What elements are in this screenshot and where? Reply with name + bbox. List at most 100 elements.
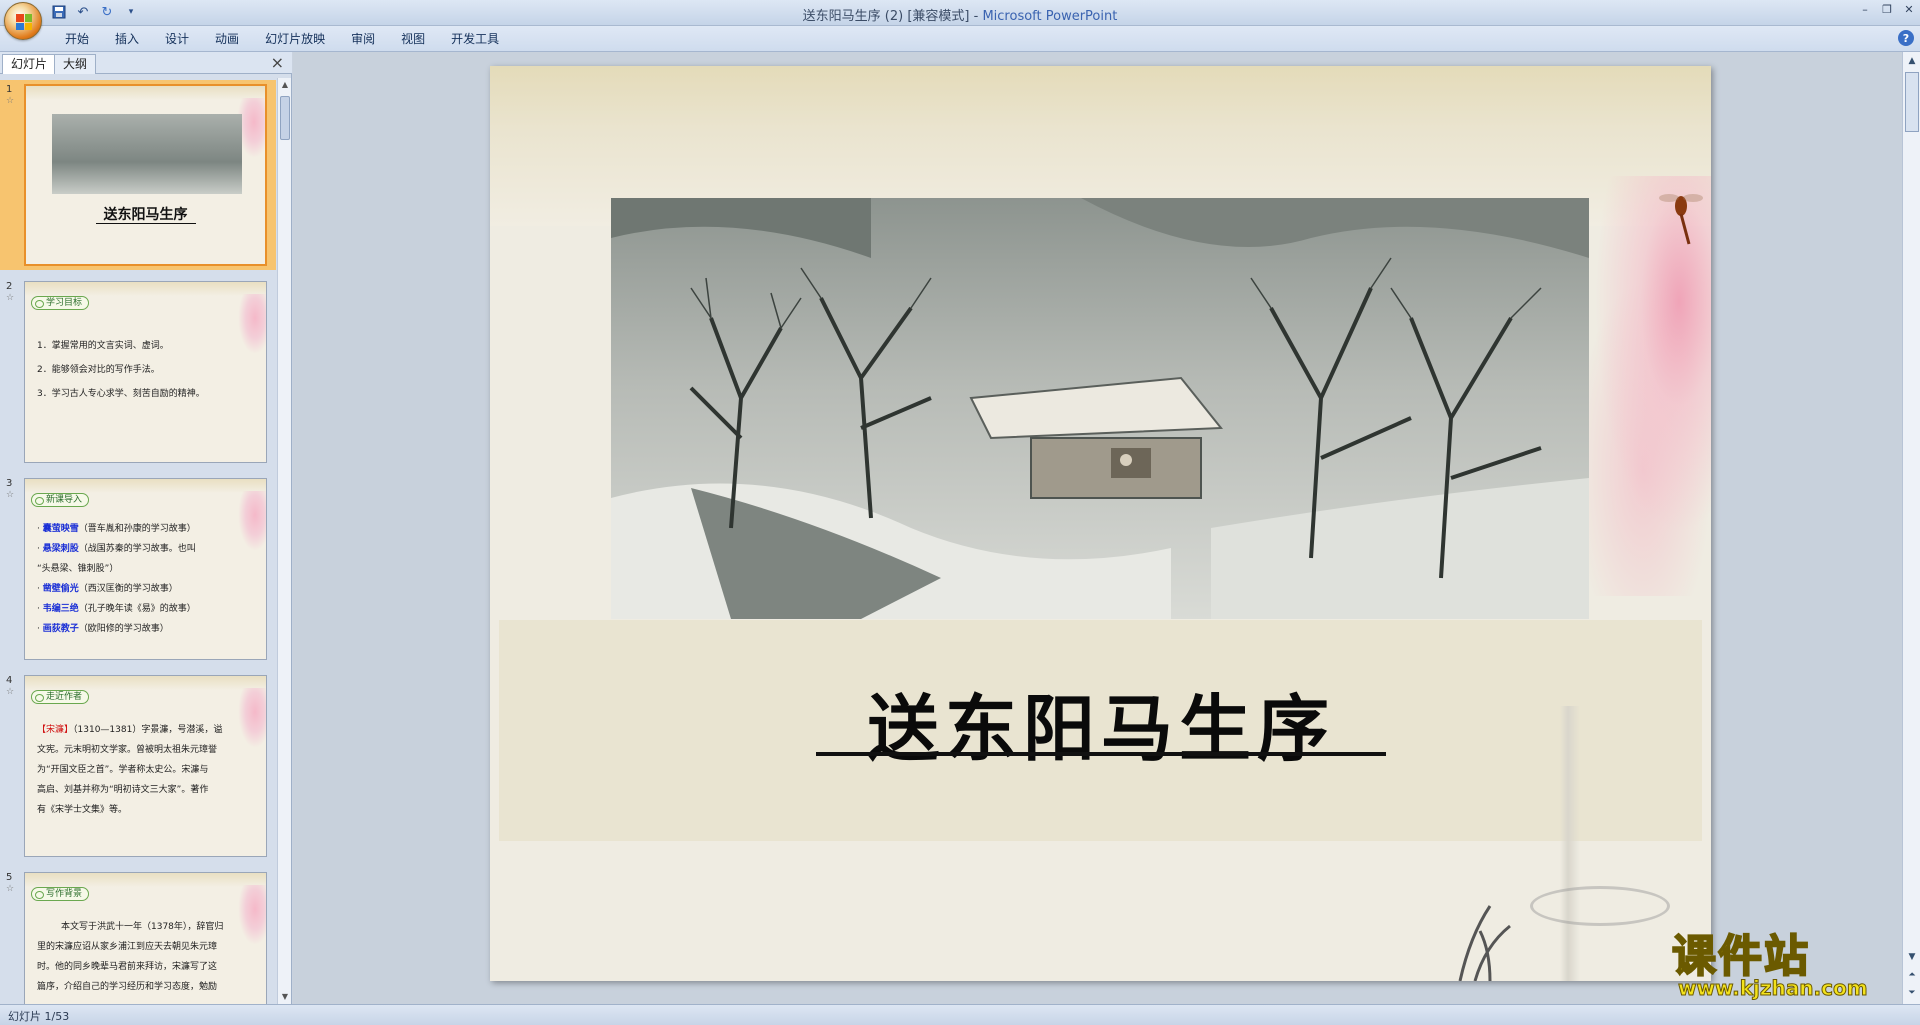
reed-decoration	[1560, 706, 1580, 981]
flower-decoration	[238, 688, 266, 748]
animation-star-icon: ☆	[6, 490, 15, 500]
story-name: 画荻教子	[42, 624, 79, 634]
tab-design[interactable]: 设计	[152, 29, 202, 49]
thumbnail-line: 1．掌握常用的文言实词、虚词。	[37, 341, 169, 351]
pane-tabs: 幻灯片 大纲 ×	[0, 52, 292, 74]
story-desc: （晋车胤和孙康的学习故事）	[78, 524, 196, 534]
dragonfly-decoration	[1659, 194, 1703, 245]
thumbnail-line: 为“开国文臣之首”。学者称太史公。宋濂与	[37, 765, 209, 775]
animation-star-icon: ☆	[6, 884, 15, 894]
thumbnail-line: 文宪。元末明初文学家。曾被明太祖朱元璋誉	[37, 745, 218, 755]
thumbnail-list: 1 ☆ 送东阳马生序 2 ☆ 学习目标 1．掌握常用的文言实词、虚词。 2．能够…	[0, 80, 276, 1004]
tab-developer[interactable]: 开发工具	[438, 29, 512, 49]
minimize-icon[interactable]: –	[1854, 0, 1876, 18]
window-controls: – ❐ ✕	[1854, 0, 1920, 18]
current-slide[interactable]: 送东阳马生序	[490, 66, 1711, 981]
thumbnail-frame: 学习目标 1．掌握常用的文言实词、虚词。 2．能够领会对比的写作手法。 3．学习…	[24, 281, 267, 463]
tab-animations[interactable]: 动画	[202, 29, 252, 49]
thumbnail-line: 时。他的同乡晚辈马君前来拜访，宋濂写了这	[37, 962, 218, 972]
title-underline	[816, 752, 1386, 756]
scroll-thumb[interactable]	[280, 96, 290, 140]
thumbnail-line: 有《宋学士文集》等。	[37, 805, 128, 815]
tab-review[interactable]: 审阅	[338, 29, 388, 49]
slide-thumbnail-2[interactable]: 2 ☆ 学习目标 1．掌握常用的文言实词、虚词。 2．能够领会对比的写作手法。 …	[0, 277, 276, 467]
slide-thumbnail-4[interactable]: 4 ☆ 走近作者 【宋濂】（1310—1381）字景濂，号潜溪，谥 文宪。元末明…	[0, 671, 276, 861]
list-item: “头悬梁、锥刺股”）	[37, 561, 118, 574]
story-desc: （欧阳修的学习故事）	[78, 624, 169, 634]
story-name: 囊萤映雪	[42, 524, 79, 534]
tab-outline[interactable]: 大纲	[54, 54, 97, 74]
thumbnail-frame: 新课导入 · 囊萤映雪（晋车胤和孙康的学习故事） · 悬梁刺股（战国苏秦的学习故…	[24, 478, 267, 660]
story-name: 凿壁偷光	[42, 584, 79, 594]
document-title: 送东阳马生序 (2) [兼容模式] -	[802, 9, 983, 24]
animation-star-icon: ☆	[6, 96, 15, 106]
list-item: · 囊萤映雪（晋车胤和孙康的学习故事）	[37, 524, 196, 534]
slide-number: 1	[6, 84, 13, 95]
scroll-down-icon[interactable]: ▼	[278, 990, 292, 1004]
animation-star-icon: ☆	[6, 687, 15, 697]
section-badge: 写作背景	[31, 887, 90, 901]
thumbnail-line: 里的宋濂应诏从家乡浦江到应天去朝见朱元璋	[37, 942, 218, 952]
thumbnail-scrollbar[interactable]: ▲ ▼	[277, 78, 291, 1004]
section-badge: 新课导入	[31, 493, 90, 507]
thumbnail-frame: 走近作者 【宋濂】（1310—1381）字景濂，号潜溪，谥 文宪。元末明初文学家…	[24, 675, 267, 857]
section-badge: 走近作者	[31, 690, 90, 704]
slide-number: 5	[6, 872, 13, 883]
thumbnail-line: 篇序，介绍自己的学习经历和学习态度，勉励	[37, 982, 218, 992]
story-desc: （战国苏秦的学习故事。也叫	[78, 544, 196, 554]
snow-landscape-painting	[611, 198, 1589, 619]
water-ripple-decoration	[1530, 886, 1670, 926]
flower-decoration	[238, 294, 266, 354]
slide-thumbnail-1[interactable]: 1 ☆ 送东阳马生序	[0, 80, 276, 270]
office-button[interactable]	[4, 2, 42, 40]
slide-title[interactable]: 送东阳马生序	[816, 670, 1386, 775]
scroll-down-icon[interactable]: ▼	[1905, 950, 1919, 964]
slides-pane: 幻灯片 大纲 × 1 ☆ 送东阳马生序 2 ☆ 学习目标 1．掌握常用的文言实词…	[0, 52, 292, 1004]
thumbnail-painting	[52, 114, 242, 194]
thumbnail-line: 2．能够领会对比的写作手法。	[37, 365, 160, 375]
thumbnail-line: 3．学习古人专心求学、刻苦自励的精神。	[37, 389, 205, 399]
watermark-url: www.kjzhan.com	[1678, 976, 1869, 1001]
scroll-up-icon[interactable]: ▲	[278, 78, 292, 92]
tab-home[interactable]: 开始	[52, 29, 102, 49]
tab-slides[interactable]: 幻灯片	[2, 54, 57, 74]
watermark-title: 课件站	[1671, 930, 1810, 983]
list-item: · 凿壁偷光（西汉匡衡的学习故事）	[37, 584, 178, 594]
next-slide-icon[interactable]: ⏷	[1905, 986, 1919, 1000]
scroll-thumb[interactable]	[1905, 72, 1919, 132]
story-name: 韦编三绝	[42, 604, 79, 614]
scroll-up-icon[interactable]: ▲	[1905, 54, 1919, 68]
slide-thumbnail-5[interactable]: 5 ☆ 写作背景 本文写于洪武十一年（1378年），辞官归 里的宋濂应诏从家乡浦…	[0, 868, 276, 1004]
thumbnail-title: 送东阳马生序	[95, 207, 196, 224]
ribbon-tabs: 开始 插入 设计 动画 幻灯片放映 审阅 视图 开发工具	[52, 29, 512, 49]
restore-icon[interactable]: ❐	[1876, 0, 1898, 18]
section-badge: 学习目标	[31, 296, 90, 310]
thumbnail-line: 本文写于洪武十一年（1378年），辞官归	[61, 922, 224, 932]
previous-slide-icon[interactable]: ⏶	[1905, 968, 1919, 982]
author-name: 【宋濂】	[37, 725, 74, 735]
tab-slideshow[interactable]: 幻灯片放映	[252, 29, 338, 49]
list-item: · 画荻教子（欧阳修的学习故事）	[37, 624, 169, 634]
slide-number: 4	[6, 675, 13, 686]
close-pane-icon[interactable]: ×	[271, 53, 284, 72]
slide-thumbnail-3[interactable]: 3 ☆ 新课导入 · 囊萤映雪（晋车胤和孙康的学习故事） · 悬梁刺股（战国苏秦…	[0, 474, 276, 664]
editor-scrollbar[interactable]: ▲ ▼ ⏶ ⏷	[1902, 52, 1920, 1004]
title-bar: ↶ ↻ ▾ 送东阳马生序 (2) [兼容模式] - Microsoft Powe…	[0, 0, 1920, 26]
site-watermark: 课件站 www.kjzhan.com	[1668, 920, 1904, 1004]
list-item: · 悬梁刺股（战国苏秦的学习故事。也叫	[37, 544, 196, 554]
tab-insert[interactable]: 插入	[102, 29, 152, 49]
app-title: Microsoft PowerPoint	[982, 9, 1118, 24]
status-bar: 幻灯片 1/53	[0, 1004, 1920, 1025]
story-desc: （西汉匡衡的学习故事）	[78, 584, 178, 594]
slide-counter: 幻灯片 1/53	[8, 1010, 70, 1023]
story-desc: （孔子晚年读《易》的故事）	[78, 604, 196, 614]
story-desc: “头悬梁、锥刺股”）	[37, 564, 119, 574]
tab-view[interactable]: 视图	[388, 29, 438, 49]
story-name: 悬梁刺股	[42, 544, 79, 554]
window-title: 送东阳马生序 (2) [兼容模式] - Microsoft PowerPoint	[0, 5, 1920, 24]
thumbnail-frame: 写作背景 本文写于洪武十一年（1378年），辞官归 里的宋濂应诏从家乡浦江到应天…	[24, 872, 267, 1004]
office-logo-icon	[16, 14, 32, 30]
flower-decoration	[238, 885, 266, 945]
close-icon[interactable]: ✕	[1898, 0, 1920, 18]
help-icon[interactable]: ?	[1898, 30, 1914, 46]
